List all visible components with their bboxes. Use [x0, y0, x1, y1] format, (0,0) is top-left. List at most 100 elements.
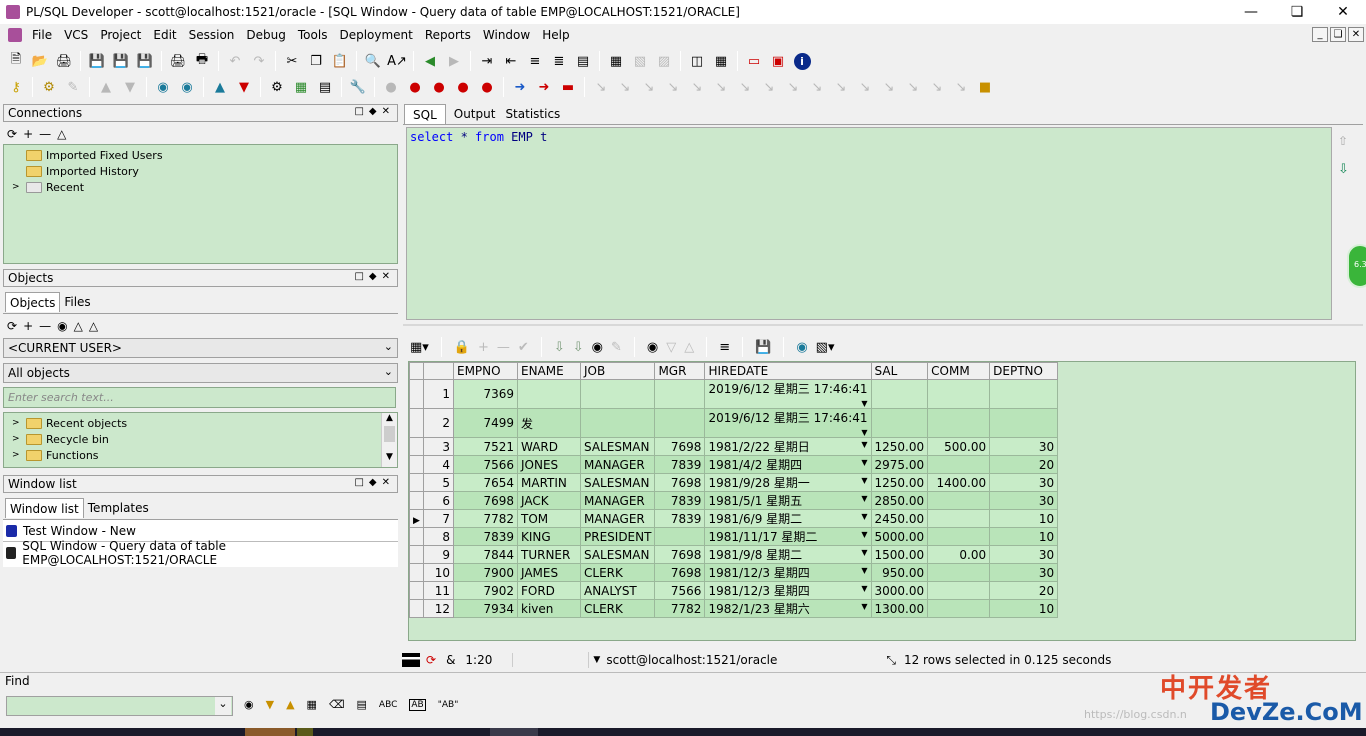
panel-controls-icon[interactable]: □◆✕ [354, 271, 395, 282]
cell-job[interactable]: SALESMAN [579, 473, 656, 492]
date-dropdown-icon[interactable]: ▼ [861, 428, 867, 437]
cell-empno[interactable]: 7698 [453, 491, 518, 510]
sql-window-icon[interactable]: ◉ [153, 77, 173, 97]
tab-files[interactable]: Files [60, 292, 94, 312]
cell-comm[interactable] [927, 599, 991, 618]
cell-sal[interactable]: 3000.00 [870, 581, 929, 600]
table-row[interactable]: 12 7934 kiven CLERK 7782 1982/1/23 星期六 ▼ 1300.0… [409, 599, 1059, 618]
expand-icon[interactable]: > [12, 450, 26, 460]
cell-deptno[interactable] [989, 408, 1059, 438]
cell-hiredate[interactable]: 1981/11/17 星期二 ▼ [704, 527, 872, 546]
describe-icon[interactable]: ▤ [315, 77, 335, 97]
key-icon[interactable]: ⚷ [6, 77, 26, 97]
grid-mode-icon[interactable]: ▦▾ [410, 340, 429, 355]
cell-mgr[interactable]: 7839 [654, 509, 706, 528]
refresh-icon[interactable]: ⟳ [426, 653, 436, 667]
new-icon[interactable]: 🗎 [6, 51, 26, 71]
menu-help[interactable]: Help [536, 28, 575, 42]
tab-objects[interactable]: Objects [5, 292, 61, 312]
step-b-icon[interactable]: ↘ [759, 77, 779, 97]
cell-comm[interactable]: 1400.00 [927, 473, 991, 492]
date-dropdown-icon[interactable]: ▼ [861, 476, 867, 485]
cell-empno[interactable]: 7782 [453, 509, 518, 528]
menu-window[interactable]: Window [477, 28, 536, 42]
menu-session[interactable]: Session [183, 28, 241, 42]
cell-comm[interactable] [927, 408, 991, 438]
sql-query-icon[interactable]: ◉ [177, 77, 197, 97]
cell-job[interactable]: MANAGER [579, 509, 656, 528]
tab-templates[interactable]: Templates [84, 498, 153, 518]
window-tile-icon[interactable]: ▦ [606, 51, 626, 71]
cell-sal[interactable]: 2975.00 [870, 455, 929, 474]
table-row[interactable]: 3 7521 WARD SALESMAN 7698 1981/2/22 星期日 ▼ 1250.… [409, 437, 1059, 456]
cell-sal[interactable]: 1500.00 [870, 545, 929, 564]
cell-empno[interactable]: 7369 [453, 379, 518, 409]
tab-window-list[interactable]: Window list [5, 498, 84, 518]
step-a-icon[interactable]: ↘ [735, 77, 755, 97]
date-dropdown-icon[interactable]: ▼ [861, 602, 867, 611]
breakpoint-list-icon[interactable]: ● [477, 77, 497, 97]
scroll-down-icon[interactable]: ⇩ [1338, 162, 1349, 177]
filter-icon[interactable]: △ [74, 319, 83, 333]
date-dropdown-icon[interactable]: ▼ [861, 512, 867, 521]
cell-empno[interactable]: 7566 [453, 455, 518, 474]
filter-select[interactable]: All objects ⌄ [3, 363, 398, 383]
tree-item[interactable]: > Recent [4, 179, 397, 195]
date-dropdown-icon[interactable]: ▼ [861, 458, 867, 467]
cell-job[interactable]: ANALYST [579, 581, 656, 600]
cell-mgr[interactable]: 7698 [654, 545, 706, 564]
mdi-restore-icon[interactable]: ❏ [1330, 27, 1346, 42]
cell-hiredate[interactable]: 1981/4/2 星期四 ▼ [704, 455, 872, 474]
nav-back-icon[interactable]: ◀ [420, 51, 440, 71]
cell-hiredate[interactable]: 1981/9/8 星期二 ▼ [704, 545, 872, 564]
cell-ename[interactable]: JONES [517, 455, 581, 474]
export-icon[interactable]: ◉ [796, 340, 807, 355]
cell-comm[interactable] [927, 509, 991, 528]
cell-sal[interactable]: 1250.00 [870, 473, 929, 492]
cell-hiredate[interactable]: 1981/2/22 星期日 ▼ [704, 437, 872, 456]
cell-empno[interactable]: 7934 [453, 599, 518, 618]
save-results-icon[interactable]: 💾 [755, 340, 771, 355]
menu-debug[interactable]: Debug [240, 28, 291, 42]
col-sal[interactable]: SAL [870, 362, 929, 380]
cell-empno[interactable]: 7844 [453, 545, 518, 564]
cell-deptno[interactable]: 10 [989, 527, 1059, 546]
cell-hiredate[interactable]: 2019/6/12 星期三 17:46:41 ▼ [704, 379, 872, 409]
cell-mgr[interactable]: 7839 [654, 455, 706, 474]
step-h-icon[interactable]: ↘ [903, 77, 923, 97]
cell-mgr[interactable]: 7839 [654, 491, 706, 510]
save-all-icon[interactable]: 💾 [135, 51, 155, 71]
cell-job[interactable]: CLERK [579, 563, 656, 582]
find-previous-icon[interactable]: ▲ [286, 698, 294, 711]
add-icon[interactable]: + [23, 127, 33, 141]
cell-sal[interactable] [870, 379, 929, 409]
grid-icon[interactable]: ▦ [711, 51, 731, 71]
replace-icon[interactable]: A↗ [387, 51, 407, 71]
cell-ename[interactable]: MARTIN [517, 473, 581, 492]
breakpoint-icon[interactable]: ● [405, 77, 425, 97]
date-dropdown-icon[interactable]: ▼ [861, 566, 867, 575]
filter-icon[interactable]: △ [57, 127, 66, 141]
tree-item[interactable]: Imported History [4, 163, 397, 179]
table-row[interactable]: 9 7844 TURNER SALESMAN 7698 1981/9/8 星期二 ▼ 1500… [409, 545, 1059, 564]
search-input[interactable]: Enter search text... [3, 387, 396, 408]
cell-empno[interactable]: 7521 [453, 437, 518, 456]
cell-ename[interactable]: JAMES [517, 563, 581, 582]
uncomment-icon[interactable]: ≣ [549, 51, 569, 71]
cell-mgr[interactable]: 7698 [654, 437, 706, 456]
expand-icon[interactable]: > [12, 434, 26, 444]
redo-icon[interactable]: ↷ [249, 51, 269, 71]
tree-item[interactable]: > Functions [4, 447, 397, 463]
date-dropdown-icon[interactable]: ▼ [861, 548, 867, 557]
cell-sal[interactable]: 5000.00 [870, 527, 929, 546]
cell-comm[interactable] [927, 563, 991, 582]
chevron-down-icon[interactable]: ⌄ [215, 697, 231, 715]
table-row[interactable]: 5 7654 MARTIN SALESMAN 7698 1981/9/28 星期一 ▼ 125… [409, 473, 1059, 492]
cell-ename[interactable] [517, 379, 581, 409]
find-next-icon[interactable]: ▼ [266, 698, 274, 711]
run-icon[interactable]: ➜ [510, 77, 530, 97]
cell-deptno[interactable]: 30 [989, 563, 1059, 582]
print-setup-icon[interactable]: 🖨 [54, 51, 74, 71]
breakpoint-clear-icon[interactable]: ● [453, 77, 473, 97]
cell-ename[interactable]: FORD [517, 581, 581, 600]
